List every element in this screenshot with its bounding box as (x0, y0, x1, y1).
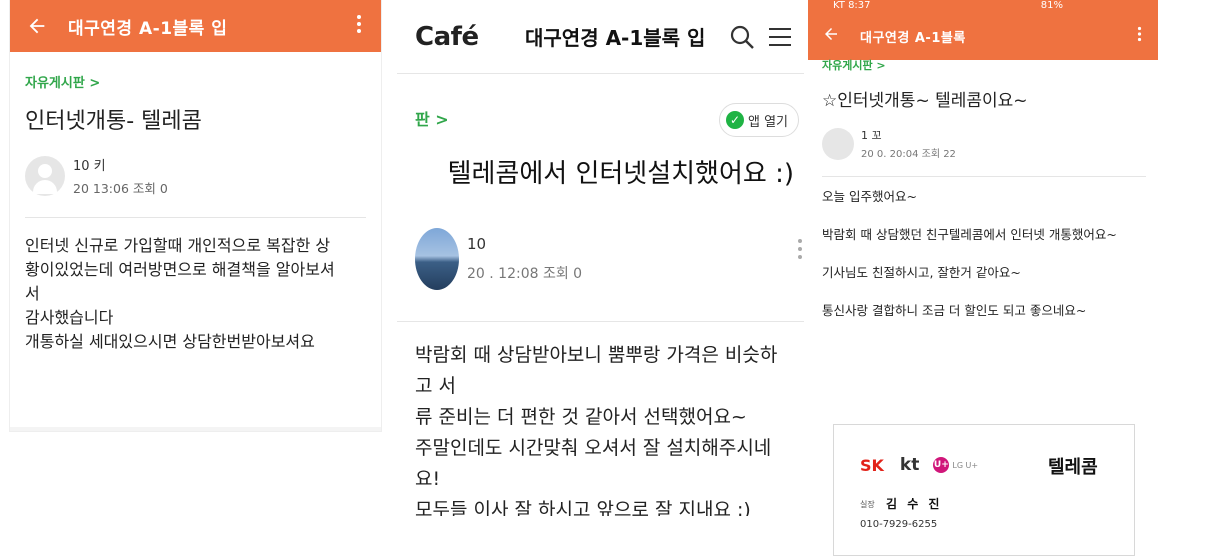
card-name: 김 수 진 (886, 497, 943, 511)
body-line: 인터넷 신규로 가입할때 개인적으로 복잡한 상 (25, 236, 331, 255)
cafe-title: 대구연경 A-1블록 입 (68, 18, 228, 39)
board-link[interactable]: 자유게시판 > (822, 60, 1158, 72)
divider (25, 217, 366, 218)
body-line: 오늘 입주했어요~ (822, 189, 917, 204)
card-brand: 텔레콤 (1048, 457, 1098, 478)
post-title: ☆인터넷개통~ 텔레콤이요~ (822, 91, 1028, 111)
more-vertical-icon[interactable] (349, 14, 369, 39)
carrier-logos: SK kt U+ LG U+ (860, 455, 978, 475)
app-bar: 대구연경 A-1블록 입 (10, 0, 381, 52)
post-meta: 20 . 12:08 조회 0 (467, 266, 583, 282)
body-line: 박람회 때 상담했던 친구텔레콤에서 인터넷 개통했어요~ (822, 227, 1117, 242)
avatar[interactable] (415, 228, 459, 290)
business-card-image: SK kt U+ LG U+ 텔레콤 실장 김 수 진 010-7929-625… (833, 424, 1135, 556)
post-body: 박람회 때 상담받아보니 뿜뿌랑 가격은 비슷하고 서 류 준비는 더 편한 것… (415, 340, 794, 516)
avatar[interactable] (25, 156, 65, 196)
lgu-text: LG U+ (952, 460, 979, 470)
post-body: 인터넷 신규로 가입할때 개인적으로 복잡한 상 황이있었는데 여러방면으로 해… (25, 234, 366, 354)
post-screen-3: KT 8:37 81% 대구연경 A-1블록 자유게시판 > ☆인터넷개통~ 텔… (808, 0, 1158, 556)
post-title: 인터넷개통- 텔레콤 (25, 109, 202, 134)
card-phone: 010-7929-6255 (860, 519, 938, 530)
body-line: 감사했습니다 (25, 308, 114, 327)
open-app-label: 앱 열기 (747, 114, 788, 130)
body-line: 박람회 때 상담받아보니 뿜뿌랑 가격은 비슷하고 서 (415, 344, 778, 397)
author-row: 10 20 . 12:08 조회 0 (415, 228, 803, 290)
body-line: 류 준비는 더 편한 것 같아서 선택했어요~ (415, 406, 747, 428)
divider (822, 176, 1146, 177)
status-bar: KT 8:37 81% (808, 0, 1158, 12)
arrow-left-icon[interactable] (24, 13, 50, 39)
screenshot-collage: 대구연경 A-1블록 입 자유게시판 > 인터넷개통- 텔레콤 10 키 20 … (0, 0, 1227, 556)
card-role: 실장 (860, 500, 875, 509)
check-icon: ✓ (725, 111, 744, 129)
app-bar: 대구연경 A-1블록 (808, 12, 1158, 60)
kt-logo: kt (899, 455, 920, 475)
body-line: 주말인데도 시간맞춰 오셔서 잘 설치해주시네요! (415, 437, 772, 490)
open-app-button[interactable]: ✓ 앱 열기 (718, 103, 799, 137)
board-link[interactable]: 판 > (415, 106, 449, 130)
body-line: 개통하실 세대있으시면 상담한번받아보셔요 (25, 332, 315, 351)
board-link[interactable]: 자유게시판 > (25, 72, 381, 91)
more-vertical-icon[interactable] (1137, 26, 1142, 46)
lgu-mark: U+ (933, 457, 950, 473)
author-name[interactable]: 10 키 (73, 155, 168, 174)
post-meta: 20 13:06 조회 0 (73, 181, 168, 196)
divider (10, 427, 381, 431)
cafe-title[interactable]: 대구연경 A-1블록 입 (525, 22, 728, 51)
lgu-logo: U+ LG U+ (933, 457, 978, 473)
hamburger-menu-icon[interactable] (766, 23, 794, 51)
status-left: KT 8:37 (833, 0, 871, 11)
body-line: 통신사랑 결합하니 조금 더 할인도 되고 좋으네요~ (822, 303, 1087, 318)
avatar[interactable] (822, 127, 854, 160)
cafe-header: Café 대구연경 A-1블록 입 (397, 0, 804, 74)
author-row: 1 꼬 20 0. 20:04 조회 22 (822, 127, 1158, 160)
author-name[interactable]: 1 꼬 (861, 127, 956, 143)
body-line: 서 (25, 284, 40, 303)
battery-level: 81% (1040, 0, 1063, 11)
post-body: 오늘 입주했어요~ 박람회 때 상담했던 친구텔레콤에서 인터넷 개통했어요~ … (822, 187, 1148, 320)
post-meta: 20 0. 20:04 조회 22 (861, 149, 956, 160)
cafe-logo[interactable]: Café (415, 22, 525, 52)
search-icon[interactable] (728, 23, 756, 51)
cafe-title: 대구연경 A-1블록 (860, 30, 966, 46)
body-line: 기사님도 친절하시고, 잘한거 같아요~ (822, 265, 1021, 280)
more-vertical-icon[interactable] (797, 238, 803, 265)
post-title: 텔레콤에서 인터넷설치했어요 :) (447, 159, 794, 189)
sk-logo: SK (860, 455, 884, 475)
author-name[interactable]: 10 (467, 235, 582, 253)
post-screen-1: 대구연경 A-1블록 입 자유게시판 > 인터넷개통- 텔레콤 10 키 20 … (10, 0, 381, 431)
arrow-left-icon[interactable] (822, 25, 842, 48)
post-screen-2: Café 대구연경 A-1블록 입 판 > ✓ 앱 열기 텔레콤에서 인터넷설치… (397, 0, 804, 516)
body-line: 모두들 이사 잘 하시고 앞으로 잘 지내요 :) (415, 499, 751, 516)
body-line: 황이있었는데 여러방면으로 해결책을 알아보셔 (25, 260, 335, 279)
author-row: 10 키 20 13:06 조회 0 (25, 155, 381, 197)
divider (397, 321, 804, 322)
